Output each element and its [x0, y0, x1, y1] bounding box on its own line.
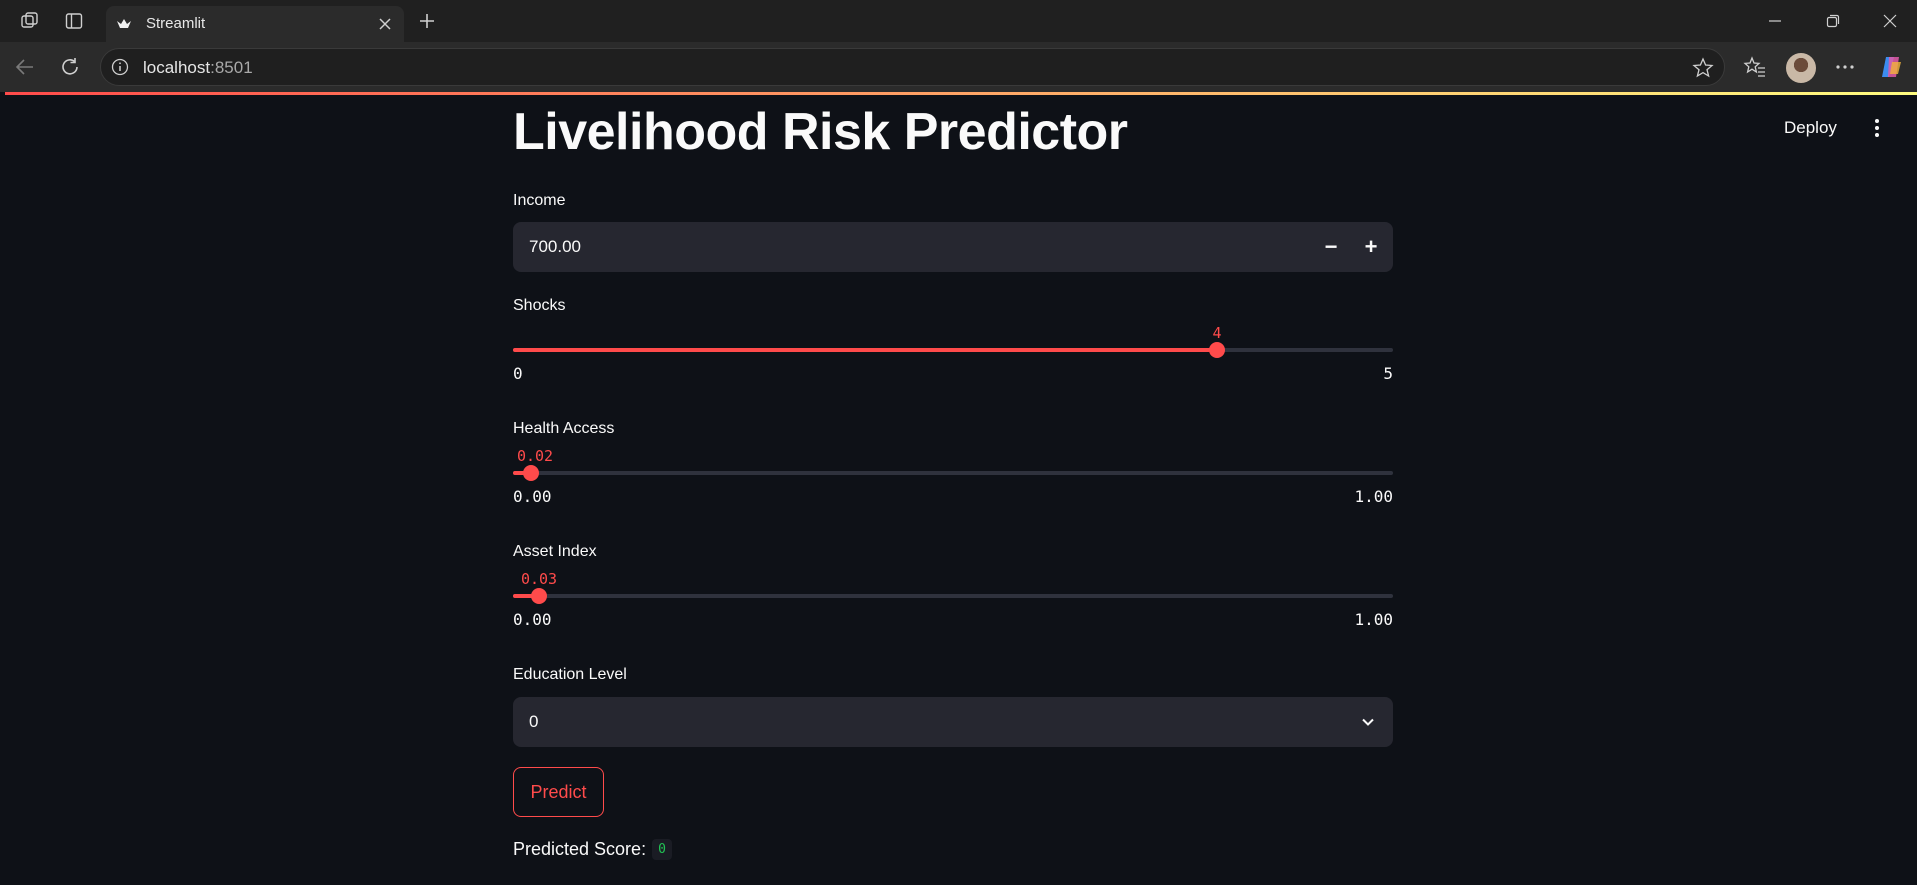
education-level-value: 0 [529, 712, 539, 731]
predicted-score-label: Predicted Score: [513, 839, 647, 859]
browser-toolbar: localhost:8501 [0, 42, 1917, 92]
asset-index-slider-value: 0.03 [520, 570, 558, 588]
increment-button[interactable]: + [1352, 227, 1390, 267]
asset-index-min: 0.00 [513, 610, 552, 629]
predicted-score-value: 0 [652, 839, 672, 860]
info-icon[interactable] [111, 58, 129, 76]
income-label: Income [513, 192, 566, 209]
url-text: localhost:8501 [143, 58, 253, 78]
header-decoration [5, 92, 1917, 95]
url-host: localhost [143, 58, 211, 77]
browser-tab-streamlit[interactable]: Streamlit [106, 6, 404, 42]
tab-title: Streamlit [146, 15, 206, 32]
asset-index-slider[interactable]: 0.03 0.00 1.00 [513, 570, 1393, 630]
more-icon[interactable] [1831, 53, 1859, 81]
copilot-icon[interactable] [1877, 53, 1905, 81]
income-value[interactable]: 700.00 [529, 237, 581, 257]
window-close-icon[interactable] [1863, 0, 1917, 42]
star-icon[interactable] [1692, 57, 1714, 79]
slider-track[interactable] [513, 471, 1393, 475]
shocks-label: Shocks [513, 297, 566, 314]
workspaces-icon[interactable] [18, 9, 42, 33]
chevron-down-icon[interactable] [1357, 711, 1379, 733]
slider-fill [513, 348, 1217, 352]
shocks-slider[interactable]: 4 0 5 [513, 324, 1393, 384]
url-port: :8501 [210, 58, 253, 77]
asset-index-label: Asset Index [513, 543, 597, 560]
education-level-label: Education Level [513, 666, 627, 683]
health-access-max: 1.00 [1354, 487, 1393, 506]
favorites-icon[interactable] [1741, 53, 1769, 81]
shocks-min: 0 [513, 364, 523, 383]
kebab-menu-icon[interactable] [1867, 116, 1887, 140]
plus-icon[interactable] [414, 8, 440, 34]
shocks-max: 5 [1383, 364, 1393, 383]
health-access-slider-value: 0.02 [516, 447, 554, 465]
refresh-icon[interactable] [57, 54, 83, 80]
close-icon[interactable] [374, 13, 396, 35]
education-level-select[interactable]: 0 [513, 697, 1393, 747]
income-number-input[interactable]: 700.00 − + [513, 222, 1393, 272]
avatar[interactable] [1786, 53, 1816, 83]
back-arrow-icon[interactable] [12, 54, 38, 80]
slider-thumb[interactable] [531, 588, 547, 604]
vertical-tabs-icon[interactable] [62, 9, 86, 33]
minimize-icon[interactable] [1748, 0, 1802, 42]
streamlit-app: Deploy Livelihood Risk Predictor Income … [5, 92, 1917, 885]
health-access-min: 0.00 [513, 487, 552, 506]
browser-titlebar: Streamlit [0, 0, 1917, 42]
slider-thumb[interactable] [1209, 342, 1225, 358]
health-access-label: Health Access [513, 420, 615, 437]
health-access-slider[interactable]: 0.02 0.00 1.00 [513, 447, 1393, 507]
slider-thumb[interactable] [523, 465, 539, 481]
predict-button[interactable]: Predict [513, 767, 604, 817]
deploy-button[interactable]: Deploy [1784, 118, 1837, 138]
restore-icon[interactable] [1806, 0, 1860, 42]
decrement-button[interactable]: − [1312, 227, 1350, 267]
page-title: Livelihood Risk Predictor [513, 103, 1128, 161]
shocks-slider-value: 4 [1212, 324, 1222, 342]
slider-track[interactable] [513, 594, 1393, 598]
address-bar[interactable]: localhost:8501 [100, 48, 1725, 86]
predicted-score: Predicted Score: 0 [513, 839, 672, 860]
streamlit-favicon [116, 16, 132, 32]
slider-track[interactable] [513, 348, 1393, 352]
asset-index-max: 1.00 [1354, 610, 1393, 629]
